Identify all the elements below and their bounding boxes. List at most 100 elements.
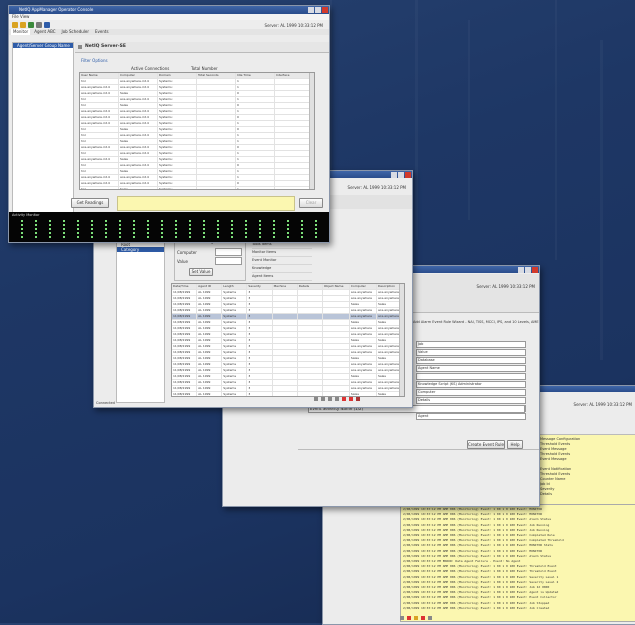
table-row[interactable]: hnr Sales Systems: 1 bbox=[80, 187, 314, 189]
nav-first-icon[interactable] bbox=[400, 616, 404, 620]
column-header[interactable]: Idle Time bbox=[236, 73, 275, 78]
table-cell bbox=[323, 314, 350, 319]
nav-prev-icon[interactable] bbox=[321, 397, 325, 401]
tab-agent[interactable]: Agent ABC bbox=[32, 29, 57, 35]
tab-job-scheduler[interactable]: Job Scheduler bbox=[60, 29, 91, 35]
table-cell bbox=[197, 79, 236, 84]
maximize-icon[interactable] bbox=[398, 172, 404, 178]
wizard-field[interactable]: Value bbox=[416, 349, 526, 356]
event-log-list[interactable]: 2/08/1999 10:33:12 PM AME 006 (Monitorin… bbox=[400, 504, 635, 622]
stop-icon[interactable] bbox=[349, 397, 353, 401]
column-header[interactable]: Computer bbox=[350, 284, 377, 289]
table-cell: Systems: bbox=[158, 181, 197, 186]
nav-last-icon[interactable] bbox=[335, 397, 339, 401]
maximize-icon[interactable] bbox=[315, 7, 321, 13]
meter-column bbox=[301, 220, 303, 238]
nav-prev-icon[interactable] bbox=[407, 616, 411, 620]
tree-item-server-group[interactable]: Agent/Server Group Name bbox=[13, 43, 73, 48]
menu-item[interactable]: Monitor Items bbox=[252, 249, 312, 257]
menu-item[interactable]: Agent Items bbox=[252, 273, 312, 281]
table-cell: ace.anywhere bbox=[350, 368, 377, 373]
refresh-icon[interactable] bbox=[342, 397, 346, 401]
get-readings-button[interactable]: Get Readings bbox=[71, 198, 109, 208]
table-cell: ace.anywhere.int.4 bbox=[119, 175, 158, 180]
table-cell bbox=[197, 115, 236, 120]
column-header[interactable]: Severity bbox=[247, 284, 273, 289]
column-header[interactable]: Domain bbox=[158, 73, 197, 78]
wizard-field[interactable] bbox=[416, 373, 526, 380]
create-event-rule-button[interactable]: Create Event Rule bbox=[467, 440, 505, 449]
tab-monitor[interactable]: Monitor bbox=[11, 29, 31, 35]
meter-led bbox=[161, 232, 163, 234]
events-tree[interactable]: Root Category bbox=[116, 241, 165, 403]
nav-first-icon[interactable] bbox=[314, 397, 318, 401]
menu-item[interactable]: Event Monitor bbox=[252, 257, 312, 265]
wizard-field[interactable]: Agent Name bbox=[416, 365, 526, 372]
table-cell: Systems: bbox=[158, 157, 197, 162]
computer-field[interactable] bbox=[215, 248, 242, 256]
table-row[interactable]: 11/08/1999 AL 1999 Systems 3 Sales Sales bbox=[172, 392, 404, 396]
nav-next-icon[interactable] bbox=[414, 616, 418, 620]
column-header[interactable]: User Name bbox=[80, 73, 119, 78]
wizard-field[interactable]: Computer bbox=[416, 389, 526, 396]
log-line[interactable]: 2/08/1999 10:33:12 PM AME 006 (Monitorin… bbox=[403, 606, 635, 611]
column-header[interactable]: Agent ID bbox=[197, 284, 223, 289]
wizard-field[interactable]: Database bbox=[416, 357, 526, 364]
table-cell: 0 bbox=[236, 91, 275, 96]
close-icon[interactable] bbox=[532, 267, 538, 273]
console-tree[interactable]: Agent/Server Group Name bbox=[12, 42, 74, 240]
meter-led bbox=[245, 232, 247, 234]
column-header[interactable]: Length bbox=[222, 284, 248, 289]
help-icon[interactable] bbox=[44, 21, 50, 28]
events-table-scrollbar[interactable] bbox=[399, 284, 404, 396]
column-header[interactable]: Details bbox=[298, 284, 323, 289]
nav-last-icon[interactable] bbox=[421, 616, 425, 620]
new-icon[interactable] bbox=[12, 21, 18, 28]
table-cell: ace.anywhere.int.4 bbox=[119, 109, 158, 114]
filter-options-link[interactable]: Filter Options bbox=[81, 58, 108, 63]
column-header[interactable]: Computer bbox=[119, 73, 158, 78]
nav-stop-icon[interactable] bbox=[428, 616, 432, 620]
menu-item[interactable]: Knowledge bbox=[252, 265, 312, 273]
events-table[interactable]: Date/Time Agent ID Length Severity Machine De… bbox=[171, 283, 405, 397]
wizard-field[interactable]: Details bbox=[416, 397, 526, 404]
column-header[interactable]: Date/Time bbox=[172, 284, 198, 289]
readings-field[interactable] bbox=[117, 196, 295, 211]
table-cell: 0 bbox=[236, 163, 275, 168]
tree-item[interactable]: Category bbox=[117, 247, 164, 252]
connections-table-scrollbar[interactable] bbox=[309, 73, 314, 189]
open-icon[interactable] bbox=[20, 21, 26, 28]
maximize-icon[interactable] bbox=[525, 267, 531, 273]
nav-next-icon[interactable] bbox=[328, 397, 332, 401]
table-cell bbox=[323, 380, 350, 385]
meter-led bbox=[49, 236, 51, 238]
wizard-field[interactable]: Agent bbox=[416, 413, 526, 420]
meter-led bbox=[119, 224, 121, 226]
minimize-icon[interactable] bbox=[308, 7, 314, 13]
close-icon[interactable] bbox=[405, 172, 411, 178]
column-header[interactable]: Machine bbox=[273, 284, 298, 289]
table-cell: 0 bbox=[236, 103, 275, 108]
wizard-field[interactable]: Knowledge Script (KS) Administrator bbox=[416, 381, 526, 388]
meter-led bbox=[35, 232, 37, 234]
clear-button[interactable]: Clear bbox=[299, 198, 323, 208]
value-field[interactable] bbox=[215, 257, 242, 265]
console-status: Server: AL 1999 10:33:12 PM bbox=[264, 23, 323, 28]
properties-icon[interactable] bbox=[36, 21, 42, 28]
connections-table[interactable]: User Name Computer Domain Total Seconds Idle… bbox=[79, 72, 315, 190]
column-header[interactable]: Total Seconds bbox=[197, 73, 236, 78]
tab-events[interactable]: Events bbox=[93, 29, 111, 35]
meter-led bbox=[77, 228, 79, 230]
minimize-icon[interactable] bbox=[391, 172, 397, 178]
close-icon[interactable] bbox=[322, 7, 328, 13]
alert-icon[interactable] bbox=[356, 397, 360, 401]
set-value-button[interactable]: Set Value bbox=[189, 268, 213, 276]
minimize-icon[interactable] bbox=[518, 267, 524, 273]
table-cell bbox=[323, 332, 350, 337]
wizard-field[interactable]: Job bbox=[416, 341, 526, 348]
column-header[interactable]: Object Name bbox=[323, 284, 350, 289]
refresh-icon[interactable] bbox=[28, 21, 34, 28]
table-cell: Systems bbox=[222, 320, 248, 325]
help-button[interactable]: Help bbox=[507, 440, 523, 449]
table-cell: Systems: bbox=[158, 133, 197, 138]
